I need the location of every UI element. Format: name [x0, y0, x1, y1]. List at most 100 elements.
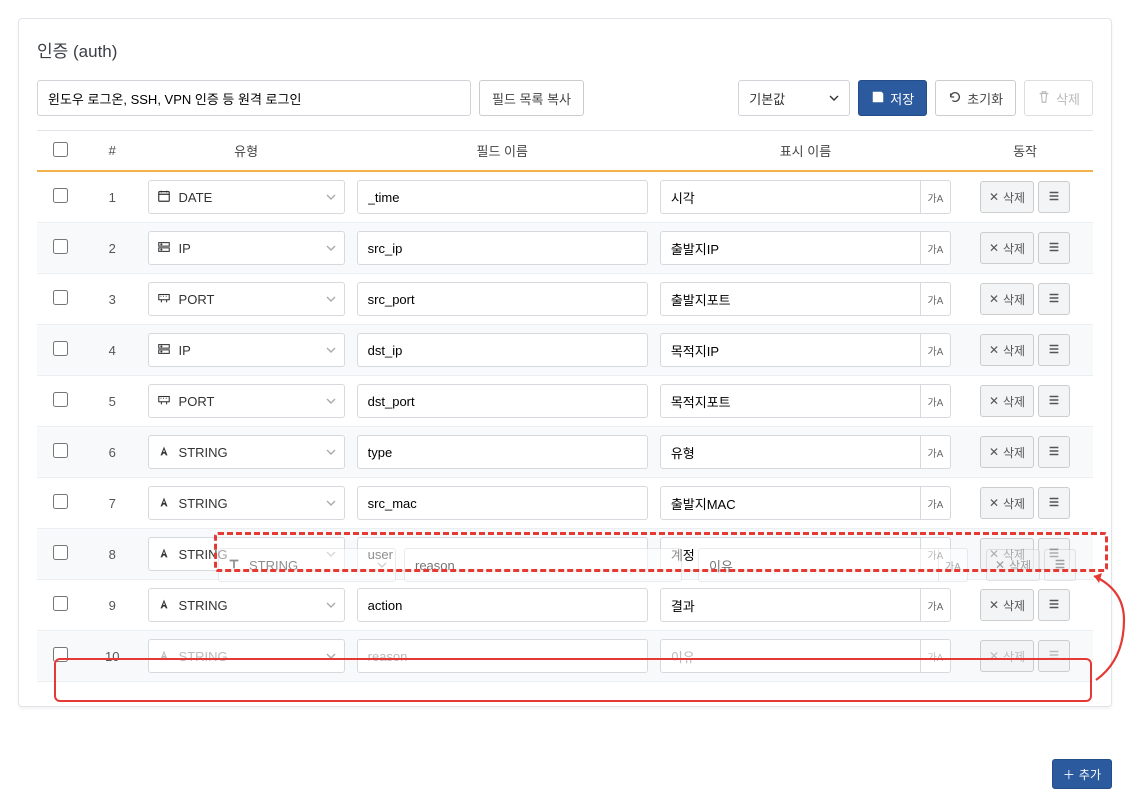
display-name-input[interactable] — [660, 282, 921, 316]
row-index: 4 — [83, 325, 142, 376]
display-name-input[interactable] — [660, 333, 921, 367]
row-checkbox[interactable] — [53, 443, 68, 458]
field-name-input[interactable] — [357, 384, 648, 418]
row-delete-button[interactable]: ✕ 삭제 — [980, 232, 1034, 264]
locale-button[interactable]: 가A — [921, 435, 951, 469]
table-row: 9 STRING 가A ✕ 삭제 — [37, 580, 1093, 631]
row-delete-button[interactable]: ✕ 삭제 — [980, 487, 1034, 519]
locale-button[interactable]: 가A — [921, 639, 951, 673]
row-drag-handle[interactable] — [1038, 538, 1070, 570]
field-name-input[interactable] — [357, 588, 648, 622]
field-name-input[interactable] — [357, 639, 648, 673]
row-checkbox[interactable] — [53, 341, 68, 356]
display-name-input[interactable] — [660, 486, 921, 520]
field-name-input[interactable] — [357, 282, 648, 316]
locale-button[interactable]: 가A — [921, 180, 951, 214]
row-drag-handle[interactable] — [1038, 385, 1070, 417]
row-checkbox[interactable] — [53, 545, 68, 560]
reset-button[interactable]: 초기화 — [935, 80, 1016, 116]
field-name-input[interactable] — [357, 180, 648, 214]
type-select-label: DATE — [179, 190, 213, 205]
table-row: 1 DATE 가A ✕ 삭제 — [37, 171, 1093, 223]
select-all-checkbox[interactable] — [53, 142, 68, 157]
row-checkbox[interactable] — [53, 290, 68, 305]
description-input[interactable] — [37, 80, 471, 116]
row-checkbox[interactable] — [53, 647, 68, 662]
locale-button[interactable]: 가A — [921, 486, 951, 520]
row-checkbox[interactable] — [53, 494, 68, 509]
row-delete-button[interactable]: ✕ 삭제 — [980, 283, 1034, 315]
row-drag-handle[interactable] — [1038, 181, 1070, 213]
col-checkbox — [37, 131, 83, 172]
type-select[interactable]: PORT — [148, 282, 345, 316]
table-row: 3 PORT 가A ✕ 삭제 — [37, 274, 1093, 325]
drag-handle-icon — [1047, 648, 1061, 665]
field-name-input[interactable] — [357, 231, 648, 265]
chevron-down-icon — [326, 292, 336, 307]
display-name-input[interactable] — [660, 180, 921, 214]
field-name-input[interactable] — [357, 435, 648, 469]
type-select-label: PORT — [179, 292, 215, 307]
date-type-icon — [157, 189, 171, 206]
type-select[interactable]: STRING — [148, 537, 345, 571]
locale-button[interactable]: 가A — [921, 231, 951, 265]
close-icon: ✕ — [989, 343, 999, 357]
type-select[interactable]: DATE — [148, 180, 345, 214]
row-delete-button[interactable]: ✕ 삭제 — [980, 589, 1034, 621]
reset-button-label: 초기화 — [967, 89, 1003, 108]
display-name-input[interactable] — [660, 435, 921, 469]
field-name-input[interactable] — [357, 486, 648, 520]
add-button[interactable]: ＋ 추가 — [1052, 759, 1112, 789]
type-select[interactable]: STRING — [148, 639, 345, 673]
chevron-down-icon — [326, 190, 336, 205]
field-name-input[interactable] — [357, 537, 648, 571]
locale-button[interactable]: 가A — [921, 333, 951, 367]
row-delete-button[interactable]: ✕ 삭제 — [980, 385, 1034, 417]
row-index: 1 — [83, 171, 142, 223]
display-name-input[interactable] — [660, 639, 921, 673]
locale-button[interactable]: 가A — [921, 588, 951, 622]
chevron-down-icon — [326, 445, 336, 460]
row-drag-handle[interactable] — [1038, 232, 1070, 264]
field-name-input[interactable] — [357, 333, 648, 367]
row-drag-handle[interactable] — [1038, 283, 1070, 315]
trash-icon — [1037, 90, 1051, 107]
row-delete-button[interactable]: ✕ 삭제 — [980, 334, 1034, 366]
row-drag-handle[interactable] — [1038, 436, 1070, 468]
locale-button[interactable]: 가A — [921, 384, 951, 418]
default-dropdown[interactable]: 기본값 — [738, 80, 850, 116]
type-select[interactable]: STRING — [148, 435, 345, 469]
table-row: 10 STRING 가A ✕ 삭제 — [37, 631, 1093, 682]
row-checkbox[interactable] — [53, 188, 68, 203]
chevron-down-icon — [326, 649, 336, 664]
row-checkbox[interactable] — [53, 596, 68, 611]
row-delete-button[interactable]: ✕ 삭제 — [980, 538, 1034, 570]
display-name-input[interactable] — [660, 231, 921, 265]
drag-handle-icon — [1047, 546, 1061, 563]
row-delete-button[interactable]: ✕ 삭제 — [980, 436, 1034, 468]
row-checkbox[interactable] — [53, 392, 68, 407]
type-select[interactable]: STRING — [148, 486, 345, 520]
locale-button[interactable]: 가A — [921, 537, 951, 571]
table-row: 4 IP 가A ✕ 삭제 — [37, 325, 1093, 376]
type-select[interactable]: STRING — [148, 588, 345, 622]
row-checkbox[interactable] — [53, 239, 68, 254]
type-select[interactable]: IP — [148, 231, 345, 265]
row-drag-handle[interactable] — [1038, 487, 1070, 519]
type-select-label: STRING — [179, 598, 228, 613]
type-select[interactable]: IP — [148, 333, 345, 367]
type-select[interactable]: PORT — [148, 384, 345, 418]
chevron-down-icon — [829, 91, 839, 106]
locale-button[interactable]: 가A — [921, 282, 951, 316]
row-delete-button[interactable]: ✕ 삭제 — [980, 640, 1034, 672]
row-drag-handle[interactable] — [1038, 334, 1070, 366]
delete-top-button[interactable]: 삭제 — [1024, 80, 1093, 116]
row-delete-button[interactable]: ✕ 삭제 — [980, 181, 1034, 213]
row-drag-handle[interactable] — [1038, 640, 1070, 672]
display-name-input[interactable] — [660, 384, 921, 418]
copy-fields-button[interactable]: 필드 목록 복사 — [479, 80, 584, 116]
display-name-input[interactable] — [660, 588, 921, 622]
display-name-input[interactable] — [660, 537, 921, 571]
row-drag-handle[interactable] — [1038, 589, 1070, 621]
save-button[interactable]: 저장 — [858, 80, 927, 116]
